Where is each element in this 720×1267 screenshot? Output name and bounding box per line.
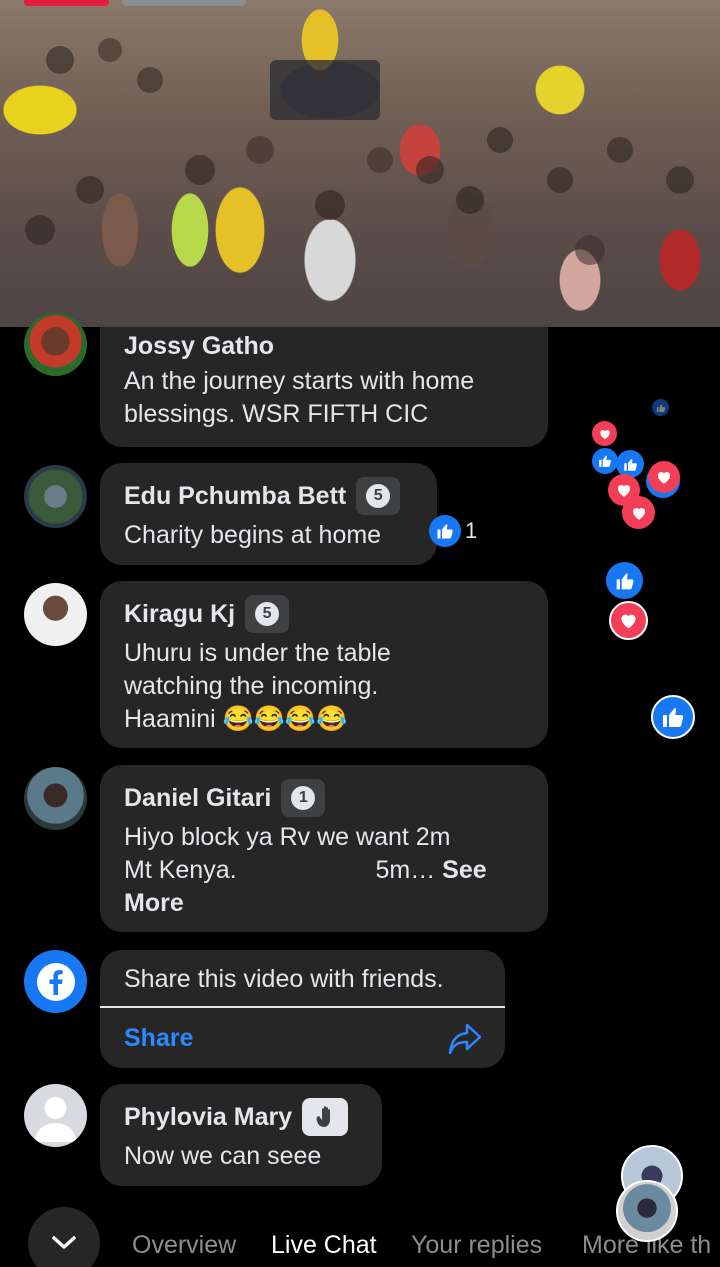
comment-author-row: Daniel Gitari 1 (124, 779, 524, 817)
avatar[interactable] (24, 767, 87, 830)
live-video[interactable] (0, 0, 720, 327)
comment-author[interactable]: Daniel Gitari (124, 783, 271, 813)
tab-overview[interactable]: Overview (132, 1231, 236, 1260)
live-indicator (24, 0, 109, 6)
badge-number: 5 (255, 602, 280, 626)
comment-author[interactable]: Jossy Gatho (124, 331, 524, 361)
floating-like-icon (606, 562, 643, 599)
comment-author-row: Phylovia Mary (124, 1098, 358, 1136)
floating-heart-icon (609, 601, 648, 640)
share-video-card: Share this video with friends. Share (100, 950, 505, 1068)
divider (100, 1006, 505, 1008)
comment-author-row: Edu Pchumba Bett 5 (124, 477, 413, 515)
comment-author[interactable]: Phylovia Mary (124, 1102, 292, 1132)
comment-bubble[interactable]: Phylovia Mary Now we can seee (100, 1084, 382, 1186)
comment-text: Uhuru is under the table watching the in… (124, 639, 391, 733)
new-member-wave-icon[interactable] (302, 1098, 349, 1136)
viewer-avatar[interactable] (616, 1180, 678, 1242)
avatar[interactable] (24, 465, 87, 528)
comment-author[interactable]: Edu Pchumba Bett (124, 481, 346, 511)
share-message: Share this video with friends. (124, 965, 444, 993)
share-button[interactable]: Share (124, 1024, 193, 1053)
comment-bubble[interactable]: Jossy Gatho An the journey starts with h… (100, 327, 548, 447)
floating-like-icon (652, 399, 669, 416)
badge-number: 5 (366, 484, 391, 508)
chevron-down-icon (52, 1236, 76, 1249)
top-fan-badge[interactable]: 5 (245, 595, 290, 633)
comment-text: An the journey starts with home blessing… (124, 367, 475, 428)
avatar[interactable] (24, 313, 87, 376)
see-more-link[interactable]: See (442, 856, 486, 884)
comment-bubble[interactable]: Kiragu Kj 5 Uhuru is under the table wat… (100, 581, 548, 748)
facebook-logo-icon (24, 950, 87, 1013)
floating-like-icon (651, 695, 695, 739)
collapse-button[interactable] (28, 1207, 100, 1267)
floating-like-icon (592, 448, 618, 474)
comment-text: Now we can seee (124, 1142, 322, 1170)
like-count: 1 (465, 518, 478, 543)
floating-heart-icon (648, 461, 680, 493)
bottom-tab-bar: Overview Live Chat Your replies More lik… (0, 1205, 720, 1267)
share-arrow-icon[interactable] (447, 1022, 483, 1056)
tab-your-replies[interactable]: Your replies (411, 1231, 542, 1260)
floating-heart-icon (592, 421, 617, 446)
comment-author-row: Kiragu Kj 5 (124, 595, 524, 633)
see-more-link-2[interactable]: More (124, 889, 184, 917)
comment-bubble[interactable]: Daniel Gitari 1 Hiyo block ya Rv we want… (100, 765, 548, 932)
comment-author[interactable]: Kiragu Kj (124, 599, 235, 629)
default-avatar[interactable] (24, 1084, 87, 1147)
video-frame (25, 38, 694, 265)
comment-text: Charity begins at home (124, 521, 382, 549)
comment-reactions[interactable]: 1 (429, 515, 477, 547)
top-fan-badge[interactable]: 1 (281, 779, 326, 817)
comment-bubble[interactable]: Edu Pchumba Bett 5 Charity begins at hom… (100, 463, 437, 565)
thumbs-up-icon (429, 515, 461, 547)
badge-number: 1 (291, 786, 316, 810)
avatar[interactable] (24, 583, 87, 646)
comment-text: Hiyo block ya Rv we want 2m Mt Kenya. 5m… (124, 823, 487, 917)
top-fan-badge[interactable]: 5 (356, 477, 401, 515)
tab-live-chat[interactable]: Live Chat (271, 1231, 377, 1260)
viewer-indicator (122, 0, 246, 6)
floating-heart-icon (622, 496, 655, 529)
